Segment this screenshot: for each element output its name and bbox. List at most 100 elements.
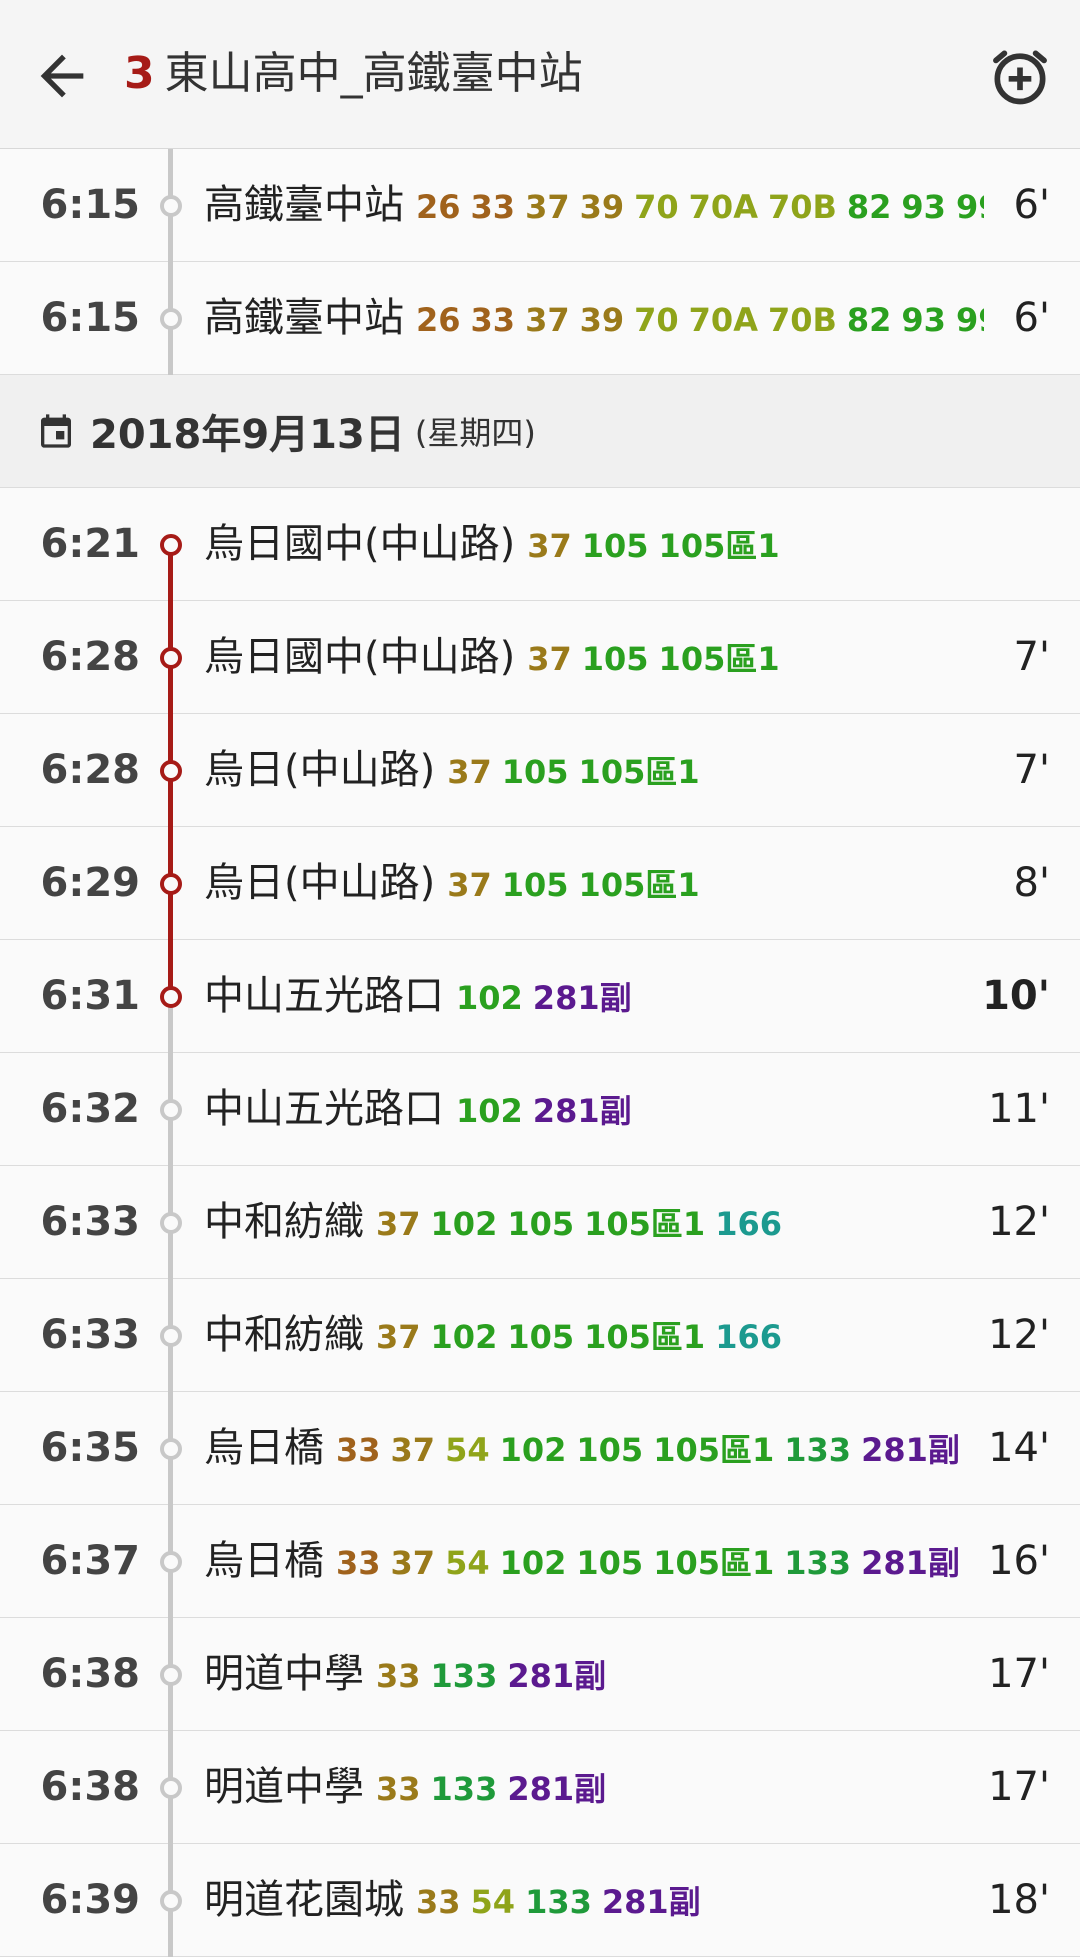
app-bar: 3 東山高中_高鐵臺中站 (0, 0, 1080, 149)
bus-route-label: 105 (581, 527, 649, 565)
schedule-row[interactable]: 6:32 中山五光路口 102 281副 11' (0, 1053, 1080, 1166)
date-header: 2018年9月13日 (星期四) (0, 375, 1080, 488)
arrival-time: 6:15 (40, 295, 141, 341)
bus-route-label: 105 (581, 640, 649, 678)
minutes-offset: 16' (988, 1538, 1050, 1584)
stop-info: 高鐵臺中站 263337397070A70B829399 (204, 262, 984, 374)
bus-route-label: 54 (445, 1544, 490, 1582)
arrival-time: 6:39 (40, 1877, 141, 1923)
stop-name: 高鐵臺中站 (204, 295, 404, 341)
back-arrow-icon[interactable] (30, 44, 94, 108)
bus-route-label: 99 (955, 301, 984, 339)
bus-route-label: 105區1 (578, 753, 700, 791)
schedule-row[interactable]: 6:33 中和紡織 37 102 105 105區1 166 12' (0, 1279, 1080, 1392)
schedule-row[interactable]: 6:29 烏日(中山路) 37 105 105區1 8' (0, 827, 1080, 940)
bus-route-label: 39 (579, 188, 625, 226)
stop-dot (160, 1890, 182, 1912)
bus-route-label: 33 (376, 1770, 421, 1808)
bus-route-label: 133 (430, 1657, 498, 1695)
schedule-row[interactable]: 6:37 烏日橋 33 37 54 102 105 105區1 133 281副 16' (0, 1505, 1080, 1618)
stop-name: 明道中學 (204, 1764, 364, 1810)
schedule-row[interactable]: 6:39 明道花園城 33 54 133 281副 18' (0, 1844, 1080, 1957)
schedule-row[interactable]: 6:31 中山五光路口 102 281副 10' (0, 940, 1080, 1053)
arrival-time: 6:35 (40, 1425, 141, 1471)
schedule-row[interactable]: 6:35 烏日橋 33 37 54 102 105 105區1 133 281副 14' (0, 1392, 1080, 1505)
stop-info: 高鐵臺中站 263337397070A70B829399 (204, 149, 984, 261)
bus-route-label: 37 (525, 301, 570, 339)
stop-info: 中和紡織 37 102 105 105區1 166 (204, 1166, 984, 1278)
bus-route-label: 133 (430, 1770, 498, 1808)
minutes-offset: 11' (988, 1086, 1050, 1132)
stop-info: 烏日國中(中山路) 37 105 105區1 (204, 488, 984, 600)
stop-info: 明道中學 33 133 281副 (204, 1731, 984, 1843)
schedule-row[interactable]: 6:21 烏日國中(中山路) 37 105 105區1 (0, 488, 1080, 601)
bus-route-label: 70 (634, 301, 679, 339)
minutes-offset: 7' (1013, 747, 1050, 793)
stop-dot (160, 873, 182, 895)
stop-dot (160, 1777, 182, 1799)
bus-route-label: 37 (390, 1544, 436, 1582)
stop-name: 明道花園城 (204, 1877, 404, 1923)
schedule-row[interactable]: 6:15 高鐵臺中站 263337397070A70B829399 6' (0, 262, 1080, 375)
stop-dot (160, 1551, 182, 1573)
schedule-row[interactable]: 6:28 烏日(中山路) 37 105 105區1 7' (0, 714, 1080, 827)
schedule-list-after: 6:21 烏日國中(中山路) 37 105 105區1 6:28 烏日國中(中山路) 37 10… (0, 488, 1080, 1957)
minutes-offset: 8' (1013, 860, 1050, 906)
minutes-offset: 17' (988, 1651, 1050, 1697)
minutes-offset: 6' (1013, 182, 1050, 228)
stop-dot (160, 195, 182, 217)
add-alarm-icon[interactable] (986, 42, 1054, 110)
stop-dot (160, 1212, 182, 1234)
stop-name: 烏日橋 (204, 1538, 324, 1584)
stop-info: 中和紡織 37 102 105 105區1 166 (204, 1279, 984, 1391)
stop-name: 烏日(中山路) (204, 860, 436, 906)
bus-route-label: 105區1 (658, 527, 780, 565)
schedule-row[interactable]: 6:28 烏日國中(中山路) 37 105 105區1 7' (0, 601, 1080, 714)
bus-route-label: 70 (634, 188, 679, 226)
bus-route-label: 133 (784, 1544, 852, 1582)
bus-route-label: 33 (376, 1657, 421, 1695)
stop-name: 烏日國中(中山路) (204, 521, 516, 567)
bus-route-label: 99 (955, 188, 984, 226)
schedule-row[interactable]: 6:38 明道中學 33 133 281副 17' (0, 1618, 1080, 1731)
stop-info: 烏日(中山路) 37 105 105區1 (204, 714, 984, 826)
stop-name: 高鐵臺中站 (204, 182, 404, 228)
stop-dot (160, 1664, 182, 1686)
schedule-row[interactable]: 6:38 明道中學 33 133 281副 17' (0, 1731, 1080, 1844)
bus-route-label: 37 (447, 866, 492, 904)
schedule-row[interactable]: 6:15 高鐵臺中站 263337397070A70B829399 6' (0, 149, 1080, 262)
schedule-row[interactable]: 6:33 中和紡織 37 102 105 105區1 166 12' (0, 1166, 1080, 1279)
bus-route-label: 281副 (532, 979, 632, 1017)
bus-route-label: 105區1 (584, 1318, 706, 1356)
arrival-time: 6:32 (40, 1086, 141, 1132)
arrival-time: 6:33 (40, 1199, 141, 1245)
bus-route-label: 93 (901, 301, 946, 339)
bus-route-label: 105區1 (653, 1544, 775, 1582)
bus-route-label: 105 (576, 1544, 644, 1582)
arrival-time: 6:28 (40, 634, 141, 680)
stop-info: 明道中學 33 133 281副 (204, 1618, 984, 1730)
bus-route-label: 166 (715, 1205, 782, 1243)
route-name: 東山高中_高鐵臺中站 (164, 48, 583, 99)
stop-info: 中山五光路口 102 281副 (204, 940, 984, 1052)
bus-route-label: 105 (576, 1431, 644, 1469)
arrival-time: 6:28 (40, 747, 141, 793)
bus-route-label: 70A (688, 188, 758, 226)
bus-route-label: 26 (416, 188, 461, 226)
bus-route-label: 26 (416, 301, 461, 339)
stop-name: 烏日(中山路) (204, 747, 436, 793)
bus-route-label: 33 (336, 1544, 381, 1582)
stop-dot (160, 986, 182, 1008)
stop-name: 烏日橋 (204, 1425, 324, 1471)
stop-name: 中和紡織 (204, 1312, 364, 1358)
schedule-list-before: 6:15高鐵臺中站263337397070A70B8293996'6:15高鐵臺… (0, 149, 1080, 375)
bus-route-label: 105 (501, 866, 569, 904)
bus-route-label: 281副 (507, 1770, 607, 1808)
bus-route-label: 281副 (861, 1544, 960, 1582)
bus-route-label: 281副 (532, 1092, 632, 1130)
bus-route-label: 102 (456, 1092, 523, 1130)
stop-info: 烏日橋 33 37 54 102 105 105區1 133 281副 (204, 1505, 984, 1617)
bus-route-label: 133 (784, 1431, 852, 1469)
stop-info: 烏日(中山路) 37 105 105區1 (204, 827, 984, 939)
stop-name: 中和紡織 (204, 1199, 364, 1245)
